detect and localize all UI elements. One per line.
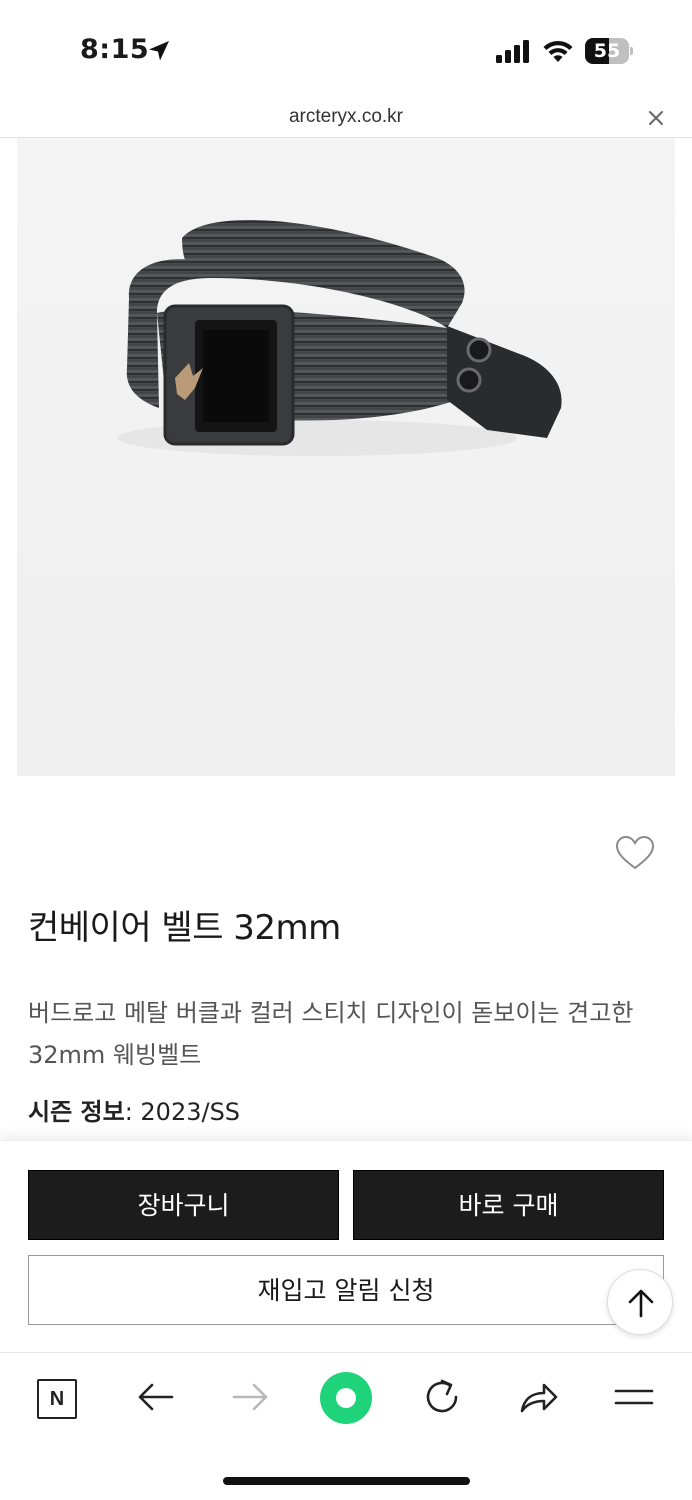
status-bar: 8:15 55 [0,0,692,100]
cellular-signal-icon [496,40,529,63]
url-text[interactable]: arcteryx.co.kr [0,106,692,128]
back-arrow-icon[interactable] [134,1375,178,1419]
url-bar[interactable]: arcteryx.co.kr [0,100,692,138]
belt-product-image [117,219,562,456]
n-home-icon[interactable]: N [37,1379,77,1419]
product-description: 버드로고 메탈 버클과 컬러 스티치 디자인이 돋보이는 견고한 32mm 웨빙… [28,999,634,1069]
menu-icon[interactable] [612,1375,656,1419]
browser-toolbar: N [0,1352,692,1500]
status-time: 8:15 [80,34,150,65]
season-info: 시즌 정보: 2023/SS [28,1092,240,1127]
product-image[interactable] [17,138,675,776]
location-arrow-icon [149,41,169,61]
reload-icon[interactable] [420,1375,464,1419]
season-label: 시즌 정보 [28,1098,125,1126]
scroll-to-top-button[interactable] [607,1269,673,1335]
battery-indicator: 55 [585,38,633,64]
buy-now-button[interactable]: 바로 구매 [353,1170,664,1240]
green-dot-icon[interactable] [320,1372,372,1424]
heart-icon[interactable] [615,835,655,871]
close-icon[interactable] [646,108,666,128]
product-title: 컨베이어 벨트 32mm [28,908,341,948]
battery-level: 55 [593,40,621,62]
wifi-icon [543,40,573,62]
restock-alert-button[interactable]: 재입고 알림 신청 [28,1255,664,1325]
arrow-up-icon [628,1289,654,1318]
forward-arrow-icon[interactable] [228,1375,272,1419]
add-to-cart-button[interactable]: 장바구니 [28,1170,339,1240]
season-value: : 2023/SS [124,1098,241,1126]
action-panel: 장바구니 바로 구매 재입고 알림 신청 [0,1140,692,1352]
home-indicator [223,1477,470,1485]
share-icon[interactable] [516,1375,560,1419]
